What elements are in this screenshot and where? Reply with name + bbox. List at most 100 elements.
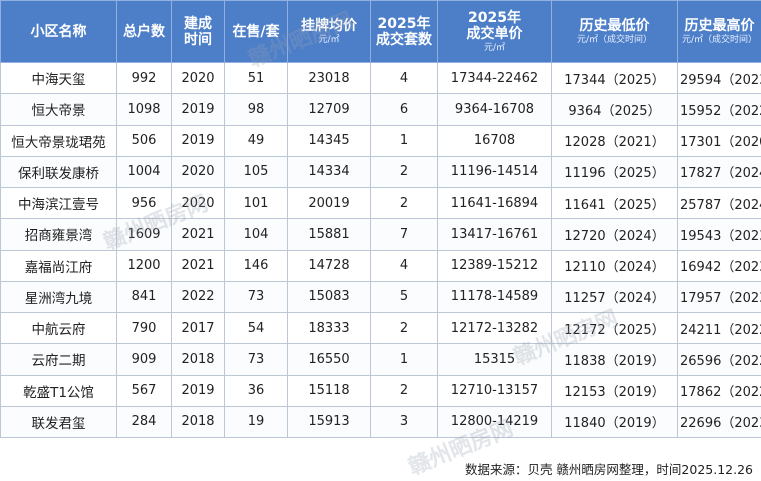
build-year-cell: 2020 — [172, 156, 225, 187]
historical-low-price-cell: 11840（2019） — [552, 406, 678, 437]
listing-avg-price-cell: 15913 — [288, 406, 371, 437]
deal-price-range-2025-cell: 11196-14514 — [438, 156, 552, 187]
total-households-cell: 909 — [117, 344, 172, 375]
historical-low-price-cell: 9364（2025） — [552, 94, 678, 125]
column-header-label: 挂牌均价 — [290, 18, 368, 34]
deal-count-2025-cell: 5 — [371, 281, 438, 312]
historical-high-price-cell: 24211（2022） — [678, 313, 761, 344]
column-header: 建成时间 — [172, 1, 225, 63]
on-sale-count-cell: 146 — [225, 250, 288, 281]
column-header-label: 2025年 — [373, 16, 435, 32]
total-households-cell: 506 — [117, 125, 172, 156]
table-row: 嘉福尚江府1200202114614728412389-1521212110（2… — [1, 250, 761, 281]
data-source-footer: 数据来源：贝壳 赣州晒房网整理，时间2025.12.26 — [463, 459, 755, 478]
listing-avg-price-cell: 18333 — [288, 313, 371, 344]
deal-price-range-2025-cell: 12389-15212 — [438, 250, 552, 281]
historical-high-price-cell: 17301（2020） — [678, 125, 761, 156]
historical-high-price-cell: 22696（2023） — [678, 406, 761, 437]
deal-count-2025-cell: 4 — [371, 250, 438, 281]
community-name-cell: 嘉福尚江府 — [1, 250, 117, 281]
historical-low-price-cell: 12028（2021） — [552, 125, 678, 156]
on-sale-count-cell: 101 — [225, 188, 288, 219]
table-row: 中海滨江壹号956202010120019211641-1689411641（2… — [1, 188, 761, 219]
housing-price-table: 小区名称总户数建成时间在售/套挂牌均价元/㎡2025年成交套数2025年成交单价… — [0, 0, 761, 438]
build-year-cell: 2020 — [172, 63, 225, 94]
column-header-unit: 元/㎡（成交时间） — [554, 34, 675, 46]
on-sale-count-cell: 54 — [225, 313, 288, 344]
on-sale-count-cell: 73 — [225, 344, 288, 375]
historical-low-price-cell: 12153（2019） — [552, 375, 678, 406]
historical-low-price-cell: 11196（2025） — [552, 156, 678, 187]
table-row: 云府二期9092018731655011531511838（2019）26596… — [1, 344, 761, 375]
total-households-cell: 841 — [117, 281, 172, 312]
column-header-label: 在售/套 — [227, 24, 285, 40]
total-households-cell: 284 — [117, 406, 172, 437]
build-year-cell: 2018 — [172, 344, 225, 375]
table-row: 保利联发康桥1004202010514334211196-1451411196（… — [1, 156, 761, 187]
total-households-cell: 1200 — [117, 250, 172, 281]
listing-avg-price-cell: 15083 — [288, 281, 371, 312]
column-header-label-line2: 成交套数 — [373, 32, 435, 48]
historical-high-price-cell: 15952（2022） — [678, 94, 761, 125]
community-name-cell: 乾盛T1公馆 — [1, 375, 117, 406]
deal-price-range-2025-cell: 11178-14589 — [438, 281, 552, 312]
historical-high-price-cell: 25787（2024） — [678, 188, 761, 219]
column-header-label: 建成 — [174, 16, 222, 32]
historical-low-price-cell: 17344（2025） — [552, 63, 678, 94]
deal-price-range-2025-cell: 12172-13282 — [438, 313, 552, 344]
community-name-cell: 保利联发康桥 — [1, 156, 117, 187]
historical-high-price-cell: 29594（2023） — [678, 63, 761, 94]
total-households-cell: 1609 — [117, 219, 172, 250]
table-row: 中航云府79020175418333212172-1328212172（2025… — [1, 313, 761, 344]
build-year-cell: 2019 — [172, 375, 225, 406]
deal-count-2025-cell: 1 — [371, 344, 438, 375]
column-header: 挂牌均价元/㎡ — [288, 1, 371, 63]
listing-avg-price-cell: 14345 — [288, 125, 371, 156]
listing-avg-price-cell: 15118 — [288, 375, 371, 406]
deal-price-range-2025-cell: 9364-16708 — [438, 94, 552, 125]
deal-price-range-2025-cell: 11641-16894 — [438, 188, 552, 219]
community-name-cell: 中航云府 — [1, 313, 117, 344]
build-year-cell: 2019 — [172, 94, 225, 125]
historical-high-price-cell: 16942（2023） — [678, 250, 761, 281]
historical-high-price-cell: 17957（2023） — [678, 281, 761, 312]
column-header: 在售/套 — [225, 1, 288, 63]
listing-avg-price-cell: 14334 — [288, 156, 371, 187]
column-header-unit: 元/㎡ — [440, 42, 549, 54]
deal-count-2025-cell: 6 — [371, 94, 438, 125]
community-name-cell: 中海天玺 — [1, 63, 117, 94]
historical-low-price-cell: 11838（2019） — [552, 344, 678, 375]
total-households-cell: 567 — [117, 375, 172, 406]
build-year-cell: 2022 — [172, 281, 225, 312]
deal-count-2025-cell: 3 — [371, 406, 438, 437]
column-header-label-line2: 时间 — [174, 32, 222, 48]
total-households-cell: 1004 — [117, 156, 172, 187]
table-row: 恒大帝景10982019981270969364-167089364（2025）… — [1, 94, 761, 125]
deal-count-2025-cell: 1 — [371, 125, 438, 156]
listing-avg-price-cell: 23018 — [288, 63, 371, 94]
deal-count-2025-cell: 2 — [371, 313, 438, 344]
deal-price-range-2025-cell: 12710-13157 — [438, 375, 552, 406]
community-name-cell: 云府二期 — [1, 344, 117, 375]
column-header-label: 历史最高价 — [680, 18, 759, 34]
historical-low-price-cell: 11641（2025） — [552, 188, 678, 219]
historical-low-price-cell: 11257（2024） — [552, 281, 678, 312]
column-header: 总户数 — [117, 1, 172, 63]
table-row: 乾盛T1公馆56720193615118212710-1315712153（20… — [1, 375, 761, 406]
historical-high-price-cell: 17827（2024） — [678, 156, 761, 187]
historical-high-price-cell: 17862（2022） — [678, 375, 761, 406]
on-sale-count-cell: 98 — [225, 94, 288, 125]
column-header-label: 2025年 — [440, 10, 549, 26]
build-year-cell: 2018 — [172, 406, 225, 437]
column-header: 小区名称 — [1, 1, 117, 63]
build-year-cell: 2019 — [172, 125, 225, 156]
total-households-cell: 992 — [117, 63, 172, 94]
build-year-cell: 2021 — [172, 250, 225, 281]
column-header-label: 小区名称 — [3, 24, 114, 40]
community-name-cell: 星洲湾九境 — [1, 281, 117, 312]
historical-high-price-cell: 26596（2022） — [678, 344, 761, 375]
column-header-label: 总户数 — [119, 24, 169, 40]
deal-count-2025-cell: 2 — [371, 156, 438, 187]
column-header-unit: 元/㎡ — [290, 34, 368, 46]
on-sale-count-cell: 36 — [225, 375, 288, 406]
